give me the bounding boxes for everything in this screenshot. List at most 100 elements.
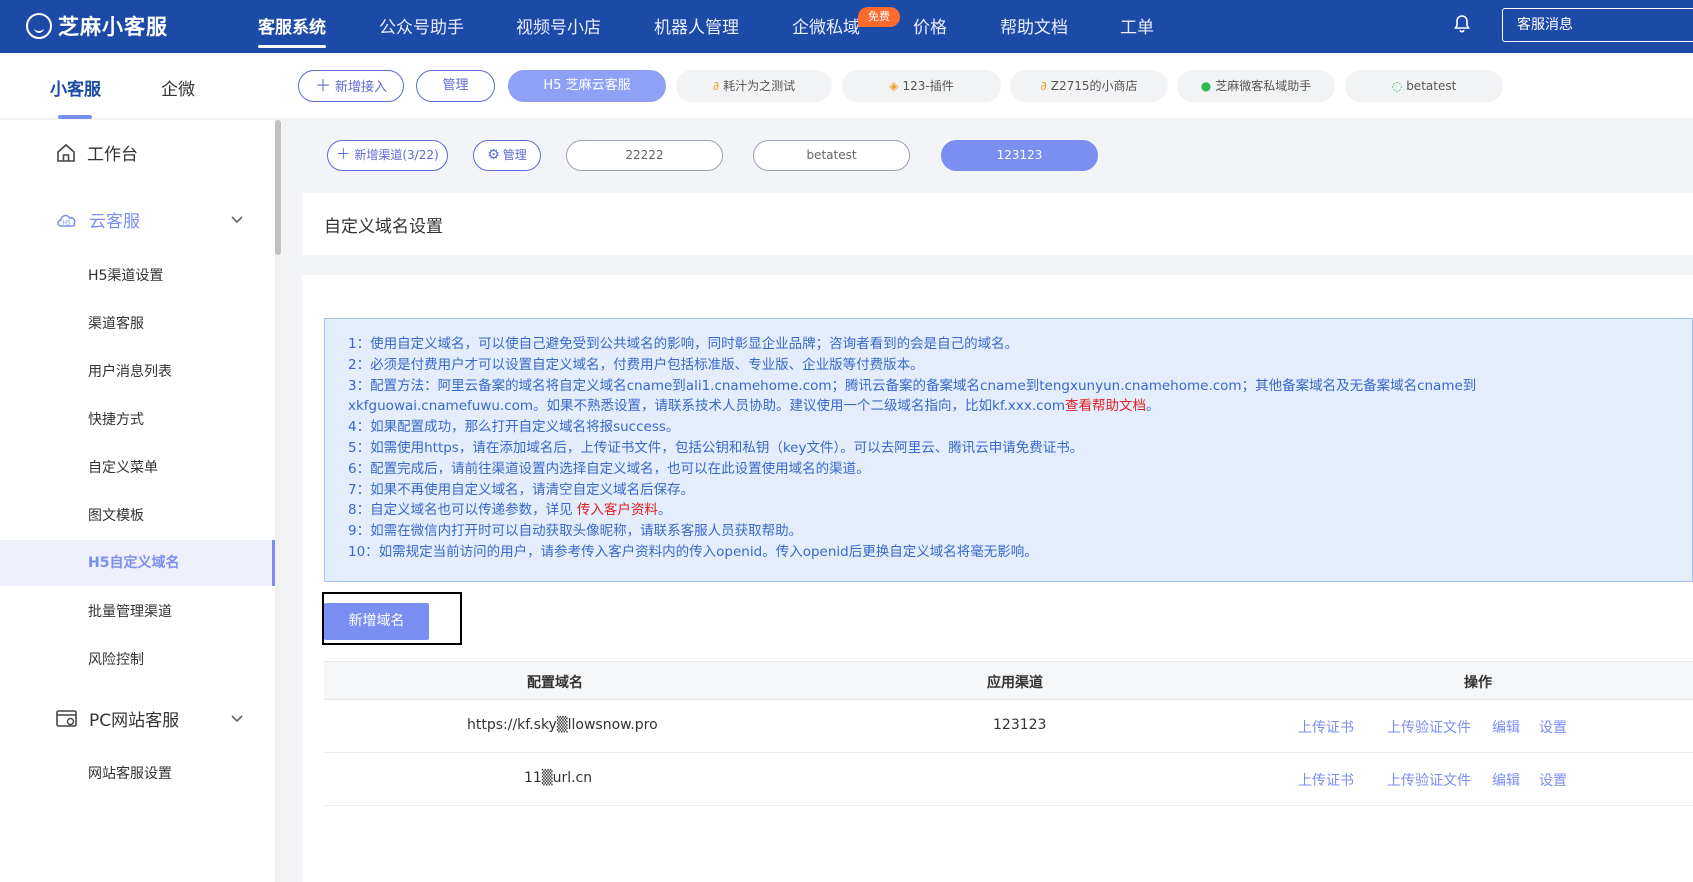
notice-text: 。 bbox=[657, 502, 672, 519]
column-header-actions: 操作 bbox=[1464, 675, 1492, 691]
nav-video-shop[interactable]: 视频号小店 bbox=[516, 13, 601, 38]
add-channel-label: 新增渠道(3/22) bbox=[354, 148, 439, 162]
notice-line: 5：如需使用https，请在添加域名后，上传证书文件，包括公钥和私钥（key文件… bbox=[348, 439, 1084, 456]
sidebar-item-risk-control[interactable]: 风险控制 bbox=[0, 637, 275, 683]
plus-icon: ＋ bbox=[314, 76, 331, 95]
sidebar-item-rich-template[interactable]: 图文模板 bbox=[0, 493, 275, 539]
website-icon bbox=[56, 709, 77, 727]
sidebar-group-cloud-label: 云客服 bbox=[89, 212, 140, 232]
domain-cell: 11▒url.cn bbox=[524, 770, 593, 786]
app-tab-private[interactable]: ● 芝麻微客私域助手 bbox=[1177, 70, 1335, 102]
channel-bar: ＋新增渠道(3/22) ⚙ 管理 22222 betatest 123123 bbox=[302, 120, 1693, 192]
customer-info-link[interactable]: 传入客户资料 bbox=[577, 502, 658, 518]
nav-tickets[interactable]: 工单 bbox=[1120, 13, 1154, 38]
sidebar-scrollbar[interactable] bbox=[275, 120, 281, 882]
logo-text: 芝麻小客服 bbox=[58, 15, 168, 39]
svg-text:H5: H5 bbox=[63, 219, 72, 226]
nav-robot-management[interactable]: 机器人管理 bbox=[654, 13, 739, 38]
sidebar-item-h5-domain[interactable]: H5自定义域名 bbox=[0, 540, 275, 586]
channel-cell: 123123 bbox=[993, 717, 1047, 733]
notice-line: 10：如需规定当前访问的用户，请参考传入客户资料内的传入openid。传入ope… bbox=[348, 543, 1038, 560]
chevron-down-icon[interactable] bbox=[230, 212, 244, 226]
table-row: https://kf.sky▒llowsnow.pro 123123 上传证书 … bbox=[324, 700, 1693, 753]
app-tab-test[interactable]: ∂ 耗汁为之测试 bbox=[676, 70, 832, 102]
sidebar-workbench[interactable]: 工作台 bbox=[55, 140, 138, 165]
channel-tab-betatest[interactable]: betatest bbox=[753, 140, 910, 171]
table-row: 11▒url.cn 上传证书 上传验证文件 编辑 设置 bbox=[324, 753, 1693, 806]
sidebar-item-custom-menu[interactable]: 自定义菜单 bbox=[0, 445, 275, 491]
settings-link[interactable]: 设置 bbox=[1539, 770, 1567, 790]
app-logo[interactable]: 芝麻小客服 bbox=[26, 11, 168, 41]
column-header-domain: 配置域名 bbox=[527, 675, 583, 691]
channel-tab-123123[interactable]: 123123 bbox=[941, 140, 1098, 171]
sidebar-group-cloud[interactable]: H5 云客服 bbox=[55, 207, 140, 232]
add-domain-button[interactable]: 新增域名 bbox=[324, 603, 429, 640]
upload-verify-file-link[interactable]: 上传验证文件 bbox=[1387, 717, 1471, 737]
app-tab-plugin-label: 123-插件 bbox=[902, 79, 954, 93]
upload-cert-link[interactable]: 上传证书 bbox=[1298, 770, 1354, 790]
add-access-button[interactable]: ＋ 新增接入 bbox=[298, 70, 404, 102]
help-doc-link[interactable]: 查看帮助文档 bbox=[1065, 398, 1146, 414]
free-badge: 免费 bbox=[858, 7, 900, 27]
nav-price[interactable]: 价格 bbox=[913, 13, 947, 38]
settings-link[interactable]: 设置 bbox=[1539, 717, 1567, 737]
notice-text: 8：自定义域名也可以传递参数，详见 bbox=[348, 502, 577, 519]
manage-channels-button[interactable]: ⚙ 管理 bbox=[473, 140, 541, 171]
sidebar-item-batch-channels[interactable]: 批量管理渠道 bbox=[0, 589, 275, 635]
notice-line: xkfguowai.cnamefuwu.com。如果不熟悉设置，请联系技术人员协… bbox=[348, 396, 1692, 417]
product-bar: 小客服 企微 ＋新增接入 管理 H5 芝麻云客服 ∂ 耗汁为之测试 ◈ 123-插件… bbox=[0, 53, 1693, 119]
domain-cell: https://kf.sky▒llowsnow.pro bbox=[467, 717, 658, 733]
plus-icon: ＋ bbox=[336, 147, 351, 163]
active-tab-indicator bbox=[58, 115, 92, 119]
nav-wecom-private[interactable]: 企微私域 bbox=[792, 13, 860, 38]
sidebar-item-h5-channel[interactable]: H5渠道设置 bbox=[0, 253, 275, 299]
notice-text: 。 bbox=[1146, 398, 1160, 415]
nav-help-docs[interactable]: 帮助文档 bbox=[1000, 13, 1068, 38]
customer-message-button[interactable]: 客服消息 bbox=[1502, 8, 1693, 42]
bell-icon[interactable] bbox=[1452, 14, 1472, 34]
mini-program-icon: ∂ bbox=[1040, 79, 1047, 93]
sidebar-item-channel-agent[interactable]: 渠道客服 bbox=[0, 301, 275, 347]
chevron-down-icon[interactable] bbox=[230, 711, 244, 725]
sidebar-group-pc[interactable]: PC网站客服 bbox=[55, 706, 179, 731]
nav-official-account[interactable]: 公众号助手 bbox=[379, 13, 464, 38]
sidebar-item-user-messages[interactable]: 用户消息列表 bbox=[0, 349, 275, 395]
app-tab-plugin[interactable]: ◈ 123-插件 bbox=[842, 70, 1001, 102]
column-header-channel: 应用渠道 bbox=[987, 675, 1043, 691]
upload-cert-link[interactable]: 上传证书 bbox=[1298, 717, 1354, 737]
sidebar-workbench-label: 工作台 bbox=[87, 145, 138, 165]
edit-link[interactable]: 编辑 bbox=[1492, 717, 1520, 737]
app-tab-h5[interactable]: H5 芝麻云客服 bbox=[508, 70, 666, 102]
app-tab-shop-label: Z2715的小商店 bbox=[1050, 79, 1138, 93]
home-icon bbox=[57, 143, 75, 162]
notice-line: 4：如果配置成功，那么打开自定义域名将报success。 bbox=[348, 419, 680, 436]
app-tab-betatest[interactable]: ◌ betatest bbox=[1345, 70, 1503, 102]
domain-table: 配置域名 应用渠道 操作 https://kf.sky▒llowsnow.pro… bbox=[324, 661, 1693, 806]
page-header: 自定义域名设置 bbox=[302, 193, 1693, 255]
domain-settings-card: 1：使用自定义域名，可以使自己避免受到公共域名的影响，同时彰显企业品牌；咨询者看… bbox=[302, 275, 1693, 882]
tab-wecom[interactable]: 企微 bbox=[161, 75, 195, 100]
sidebar-item-website-settings[interactable]: 网站客服设置 bbox=[0, 751, 275, 797]
app-tab-private-label: 芝麻微客私域助手 bbox=[1215, 79, 1312, 93]
whatsapp-icon: ◌ bbox=[1391, 79, 1403, 93]
gear-icon: ⚙ bbox=[487, 147, 500, 163]
tab-xiaokefu[interactable]: 小客服 bbox=[50, 75, 101, 100]
notice-line: 2：必须是付费用户才可以设置自定义域名，付费用户包括标准版、专业版、企业版等付费… bbox=[348, 356, 924, 373]
app-tab-shop[interactable]: ∂ Z2715的小商店 bbox=[1010, 70, 1168, 102]
notice-line: 7：如果不再使用自定义域名，请清空自定义域名后保存。 bbox=[348, 481, 695, 498]
app-tab-betatest-label: betatest bbox=[1406, 79, 1457, 93]
scrollbar-thumb[interactable] bbox=[275, 120, 281, 255]
channel-tab-22222[interactable]: 22222 bbox=[566, 140, 723, 171]
add-channel-button[interactable]: ＋新增渠道(3/22) bbox=[327, 140, 448, 171]
sidebar-group-pc-label: PC网站客服 bbox=[89, 711, 180, 731]
manage-apps-button[interactable]: 管理 bbox=[416, 70, 495, 102]
manage-channels-label: 管理 bbox=[502, 148, 527, 162]
table-header: 配置域名 应用渠道 操作 bbox=[324, 661, 1693, 700]
sidebar-item-shortcuts[interactable]: 快捷方式 bbox=[0, 397, 275, 443]
edit-link[interactable]: 编辑 bbox=[1492, 770, 1520, 790]
upload-verify-file-link[interactable]: 上传验证文件 bbox=[1387, 770, 1471, 790]
chat-bubble-icon bbox=[26, 13, 52, 39]
notice-line: 1：使用自定义域名，可以使自己避免受到公共域名的影响，同时彰显企业品牌；咨询者看… bbox=[348, 336, 1019, 352]
nav-customer-service[interactable]: 客服系统 bbox=[258, 13, 326, 48]
cloud-h5-icon: H5 bbox=[57, 214, 76, 227]
